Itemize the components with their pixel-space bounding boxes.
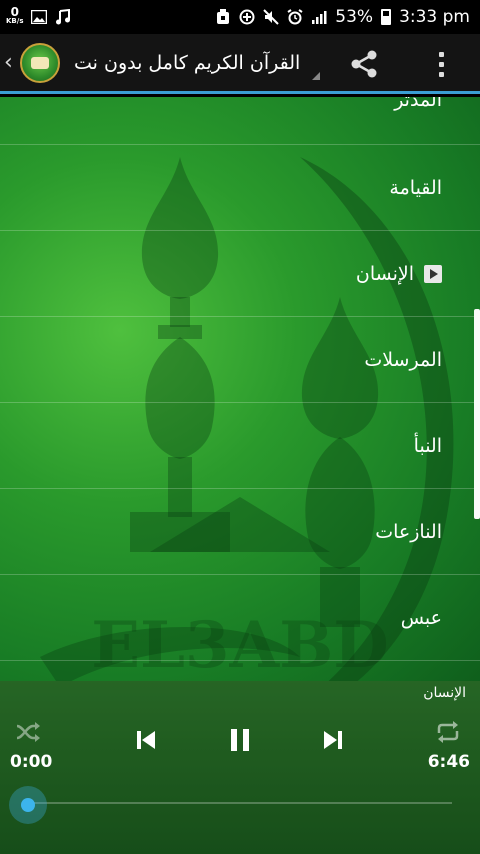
list-item[interactable]: المدثر — [0, 97, 480, 145]
skip-next-icon — [324, 731, 342, 749]
list-item-label: المرسلات — [364, 348, 442, 371]
data-saver-icon — [239, 9, 255, 25]
status-right: 53% 3:33 pm — [215, 7, 470, 27]
media-player: الإنسان — [0, 681, 480, 854]
list-item-label: النازعات — [375, 520, 442, 543]
overflow-menu-dot — [438, 61, 444, 67]
battery-icon — [381, 9, 392, 25]
list-item[interactable]: المرسلات — [0, 317, 480, 403]
now-playing-title: الإنسان — [423, 685, 466, 701]
image-icon — [31, 9, 48, 25]
list-item-label: المدثر — [394, 97, 442, 111]
app-title-text: القرآن الكريم كامل بدون نت — [74, 51, 301, 74]
list-item-label: القيامة — [389, 176, 442, 199]
list-item[interactable]: عبس — [0, 575, 480, 661]
repeat-icon — [437, 721, 459, 743]
status-time: 3:33 pm — [399, 7, 470, 27]
alarm-icon — [287, 9, 303, 25]
surah-list: المدثر القيامة الإنسان المرسلات النبأ ال… — [0, 97, 480, 661]
network-speed-unit: KB/s — [6, 17, 24, 25]
usb-icon — [215, 9, 231, 25]
status-left: 0 KB/s — [6, 5, 71, 26]
previous-button[interactable] — [132, 727, 160, 753]
current-time: 0:00 — [10, 752, 53, 772]
app-logo[interactable] — [20, 42, 60, 83]
overflow-menu-dot — [438, 71, 444, 77]
shuffle-button[interactable] — [14, 720, 42, 744]
network-speed-value: 0 — [10, 5, 19, 19]
pause-button[interactable] — [226, 726, 254, 754]
play-indicator-icon — [424, 264, 442, 283]
mute-icon — [263, 9, 279, 25]
action-bar: ‹ القرآن الكريم كامل بدون نت — [0, 34, 480, 94]
skip-previous-icon — [137, 731, 155, 749]
app-title[interactable]: القرآن الكريم كامل بدون نت — [74, 51, 322, 80]
list-item-label: النبأ — [413, 434, 442, 457]
signal-icon — [311, 9, 327, 25]
scrollbar-thumb[interactable] — [474, 309, 480, 519]
chevron-left-icon[interactable]: ‹ — [4, 50, 18, 75]
total-time: 6:46 — [427, 752, 470, 772]
seek-thumb[interactable] — [9, 786, 47, 824]
player-overlay — [0, 681, 480, 854]
status-bar: 0 KB/s 53% 3:33 pm — [0, 0, 480, 34]
music-note-icon — [55, 9, 71, 25]
surah-list-area: EL3ABD المدثر القيامة الإنسان المرسلات ا… — [0, 97, 480, 681]
list-item[interactable]: القيامة — [0, 145, 480, 231]
seek-bar[interactable] — [28, 802, 452, 804]
network-speed: 0 KB/s — [6, 5, 24, 26]
dropdown-corner-icon — [312, 71, 321, 80]
overflow-menu-icon — [438, 51, 444, 57]
list-item-label: الإنسان — [355, 262, 414, 285]
list-item-label: عبس — [400, 606, 442, 629]
overflow-menu-button[interactable] — [426, 44, 456, 84]
list-item[interactable]: النازعات — [0, 489, 480, 575]
list-item[interactable]: النبأ — [0, 403, 480, 489]
repeat-button[interactable] — [434, 720, 462, 744]
shuffle-icon — [16, 722, 40, 742]
pause-icon — [231, 729, 249, 751]
battery-percent: 53% — [335, 7, 374, 27]
share-button[interactable] — [344, 44, 384, 84]
share-icon — [351, 50, 377, 78]
next-button[interactable] — [319, 727, 347, 753]
list-item-playing[interactable]: الإنسان — [0, 231, 480, 317]
